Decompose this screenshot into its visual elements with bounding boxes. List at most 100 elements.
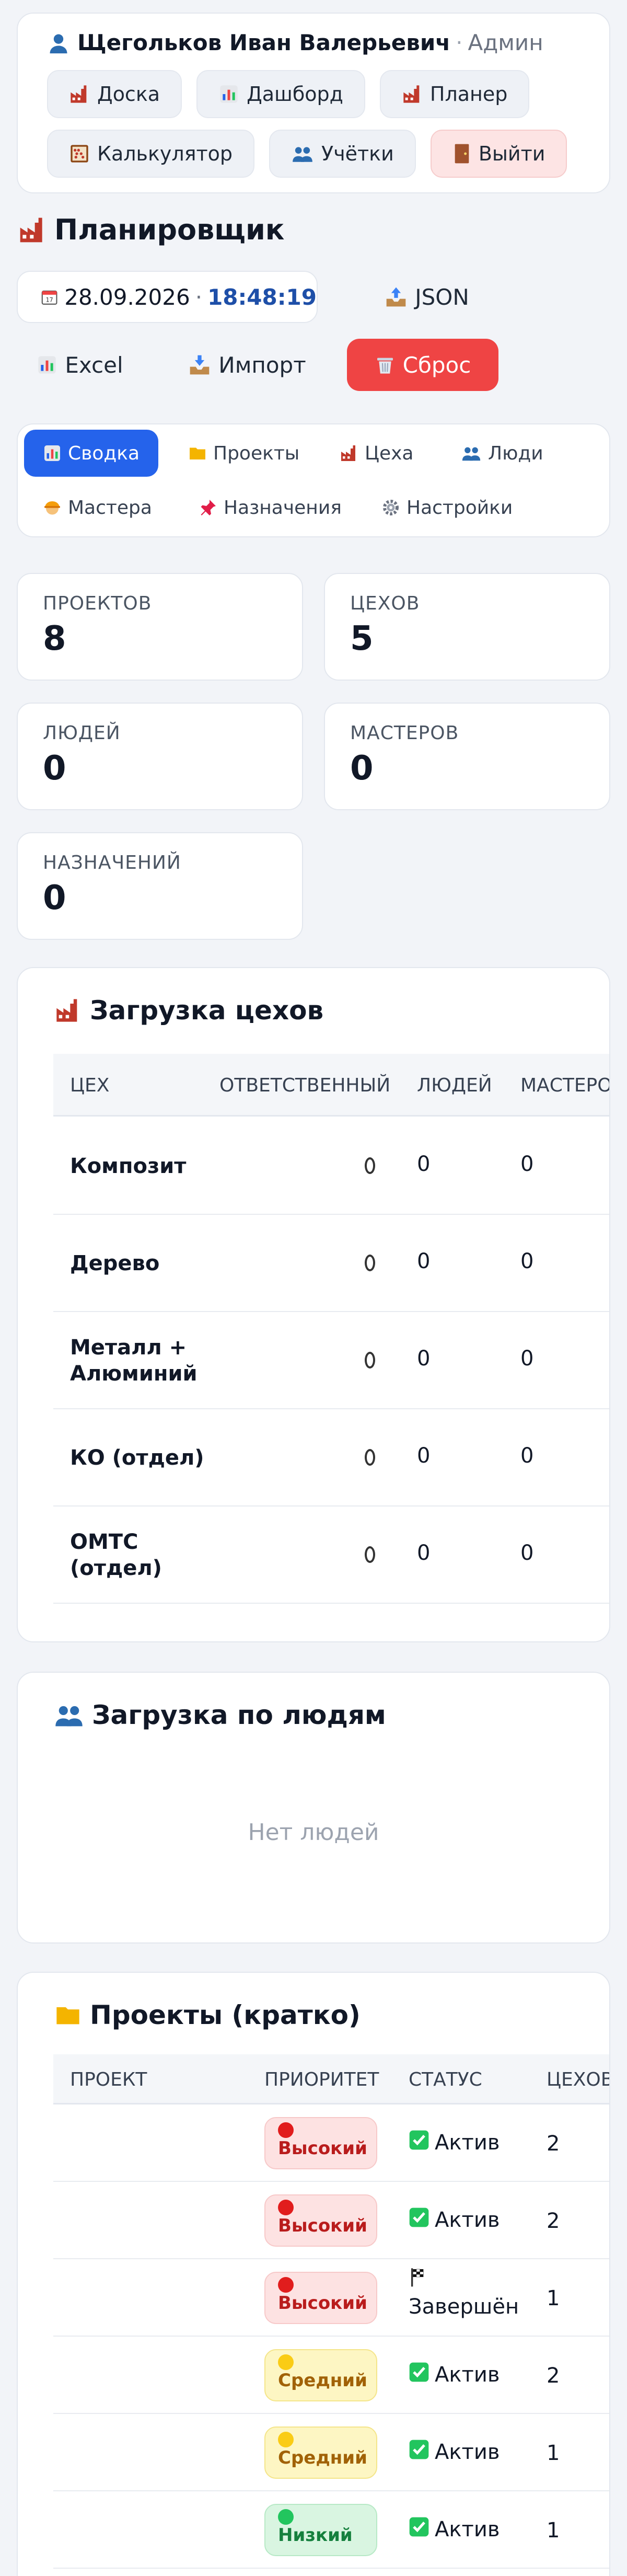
stat-people-value: 0 xyxy=(43,749,66,788)
table-row: Композит 0 0 xyxy=(53,1118,609,1215)
users-icon xyxy=(293,147,312,162)
json-export-button[interactable]: JSON xyxy=(351,271,503,323)
project-workshop-count: 2 xyxy=(547,2209,560,2233)
tab-people[interactable]: Люди xyxy=(442,430,562,477)
users-icon xyxy=(462,447,481,461)
stat-workshops-value: 5 xyxy=(350,619,374,658)
workshop-people-count: 0 xyxy=(417,1249,431,1273)
check-icon xyxy=(409,2130,429,2156)
project-status: Актив xyxy=(409,2130,500,2156)
board-button[interactable]: Доска xyxy=(47,70,182,118)
chart-icon xyxy=(44,445,60,461)
project-status: Завершён xyxy=(409,2267,519,2320)
workshop-masters-count: 0 xyxy=(520,1444,534,1468)
factory-icon xyxy=(20,217,42,242)
svg-text:17: 17 xyxy=(46,297,53,304)
user-role: Админ xyxy=(468,30,543,55)
planner-button[interactable]: Планер xyxy=(379,70,530,118)
folder-icon xyxy=(56,2007,79,2025)
date-separator: · xyxy=(195,284,203,310)
logout-label: Выйти xyxy=(478,142,545,165)
stat-assignments-label: НАЗНАЧЕНИЙ xyxy=(43,852,181,873)
table-row: Средний Актив 2 xyxy=(53,2337,609,2414)
table-row: Низкий Актив 1 xyxy=(53,2491,609,2569)
priority-text: Средний xyxy=(278,2447,367,2468)
tab-masters[interactable]: Мастера xyxy=(24,484,171,531)
project-workshop-count: 1 xyxy=(547,2518,560,2543)
responsible-empty-icon xyxy=(365,1350,375,1374)
priority-badge: Высокий xyxy=(264,2194,377,2247)
tab-people-label: Люди xyxy=(488,442,543,464)
reset-label: Сброс xyxy=(402,352,471,378)
tab-projects-label: Проекты xyxy=(213,442,300,464)
nav-row-1: Доска Дашборд Планер xyxy=(47,70,530,118)
user-icon xyxy=(50,34,67,54)
chart-icon xyxy=(38,356,56,374)
priority-badge: Низкий xyxy=(264,2504,377,2556)
stat-workshops-label: ЦЕХОВ xyxy=(350,593,420,614)
tab-workshops[interactable]: Цеха xyxy=(321,430,432,477)
workshop-masters-count: 0 xyxy=(520,1249,534,1273)
projects-brief-title: Проекты (кратко) xyxy=(53,2000,361,2030)
tab-assignments[interactable]: Назначения xyxy=(180,484,361,531)
calculator-button[interactable]: Калькулятор xyxy=(47,130,255,178)
workshop-name: Дерево xyxy=(70,1251,160,1275)
tab-projects[interactable]: Проекты xyxy=(169,430,318,477)
json-label: JSON xyxy=(415,284,469,310)
excel-button[interactable]: Excel xyxy=(25,339,135,391)
accounts-label: Учётки xyxy=(321,142,394,165)
table-row: КО (отдел) 0 0 xyxy=(53,1409,609,1506)
excel-label: Excel xyxy=(65,352,123,378)
tab-summary[interactable]: Сводка xyxy=(24,430,159,477)
priority-text: Низкий xyxy=(278,2525,353,2546)
accounts-button[interactable]: Учётки xyxy=(269,130,416,178)
dashboard-label: Дашборд xyxy=(247,83,343,106)
reset-button[interactable]: Сброс xyxy=(347,339,498,391)
tab-assignments-label: Назначения xyxy=(224,497,342,519)
project-status: Актив xyxy=(409,2516,500,2543)
col-priority: ПРИОРИТЕТ xyxy=(264,2069,379,2090)
table-row: Средний Актив 1 xyxy=(53,2414,609,2491)
projects-table-header: ПРОЕКТ ПРИОРИТЕТ СТАТУС ЦЕХОВ xyxy=(53,2054,609,2104)
workshop-load-title: Загрузка цехов xyxy=(53,995,323,1026)
stat-projects-value: 8 xyxy=(43,619,66,658)
responsible-empty-icon xyxy=(365,1252,375,1276)
table-row: ОМТС (отдел) 0 0 xyxy=(53,1506,609,1604)
tab-summary-label: Сводка xyxy=(68,442,140,464)
table-row: Дерево 0 0 xyxy=(53,1215,609,1312)
door-icon xyxy=(455,144,469,164)
project-workshop-count: 1 xyxy=(547,2441,560,2465)
priority-dot-icon xyxy=(278,2432,294,2447)
tab-settings[interactable]: Настройки xyxy=(363,484,531,531)
tab-settings-label: Настройки xyxy=(407,497,513,519)
check-icon xyxy=(409,2207,429,2233)
priority-badge: Средний xyxy=(264,2426,377,2479)
priority-badge: Высокий xyxy=(264,2272,377,2324)
col-masters: МАСТЕРОВ xyxy=(520,1075,609,1096)
user-card: Щегольков Иван Валерьевич · Админ Доска … xyxy=(17,13,610,193)
project-status-text: Актив xyxy=(435,2131,500,2155)
priority-dot-icon xyxy=(278,2122,294,2138)
gear-icon xyxy=(383,500,399,515)
col-project: ПРОЕКТ xyxy=(70,2069,147,2090)
dashboard-button[interactable]: Дашборд xyxy=(196,70,365,118)
page-title: Планировщик xyxy=(17,213,284,246)
workshop-name: Композит xyxy=(70,1154,187,1178)
project-status: Актив xyxy=(409,2362,500,2388)
import-button[interactable]: Импорт xyxy=(182,339,312,391)
people-load-card: Загрузка по людям Нет людей xyxy=(17,1672,610,1944)
project-status-text: Актив xyxy=(435,2440,500,2464)
stat-masters-label: МАСТЕРОВ xyxy=(350,722,459,744)
workshop-name: КО (отдел) xyxy=(70,1446,204,1470)
workshop-masters-count: 0 xyxy=(520,1347,534,1371)
current-time: 18:48:19 xyxy=(207,284,317,310)
priority-text: Высокий xyxy=(278,2293,367,2314)
folder-icon xyxy=(190,447,205,459)
tab-masters-label: Мастера xyxy=(68,497,152,519)
priority-text: Средний xyxy=(278,2370,367,2391)
factory-icon xyxy=(341,445,355,461)
stat-projects-label: ПРОЕКТОВ xyxy=(43,593,152,614)
workshop-table-header: ЦЕХ ОТВЕТСТВЕННЫЙ ЛЮДЕЙ МАСТЕРОВ xyxy=(53,1054,609,1117)
priority-dot-icon xyxy=(278,2200,294,2215)
logout-button[interactable]: Выйти xyxy=(430,130,567,178)
